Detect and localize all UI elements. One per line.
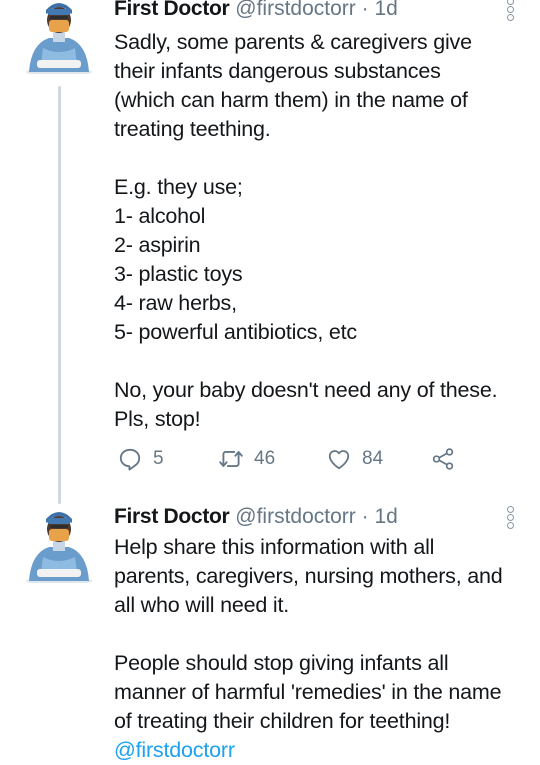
tweet-text-line: No, your baby doesn't need any of these. <box>114 378 498 402</box>
tweet-text: Help share this information with all par… <box>114 533 524 765</box>
heart-icon <box>328 450 350 470</box>
tweet-text-line: People should stop giving infants all <box>114 651 449 675</box>
more-options-icon[interactable] <box>505 0 515 21</box>
separator-dot: · <box>361 505 369 528</box>
tweet-text-line: 3- plastic toys <box>114 262 243 286</box>
tweet-text-line: of treating their children for teething! <box>114 709 451 733</box>
share-icon <box>432 448 454 470</box>
avatar[interactable] <box>23 0 95 76</box>
doctor-avatar-icon <box>26 512 92 585</box>
tweet-text-line: Sadly, some parents & caregivers give <box>114 30 472 54</box>
tweet-text-line <box>114 620 524 649</box>
share-button[interactable] <box>430 444 456 474</box>
tweet-text-line <box>114 347 524 376</box>
tweet-text-line: manner of harmful 'remedies' in the name <box>114 680 502 704</box>
reply-button[interactable]: 5 <box>117 444 164 474</box>
more-options-icon[interactable] <box>505 505 515 529</box>
separator-dot: · <box>361 0 369 20</box>
tweet-header: First Doctor @firstdoctorr · 1d <box>114 0 398 21</box>
tweet-text-line: 1- alcohol <box>114 204 206 228</box>
timestamp[interactable]: 1d <box>374 505 397 528</box>
tweet-text-line: Help share this information with all <box>114 535 435 559</box>
retweet-button[interactable]: 46 <box>218 444 275 474</box>
retweet-icon <box>219 451 243 467</box>
timestamp[interactable]: 1d <box>374 0 397 20</box>
retweet-count: 46 <box>254 448 276 469</box>
like-button[interactable]: 84 <box>326 444 383 474</box>
tweet-text-line: 4- raw herbs, <box>114 291 237 315</box>
tweet-text-line: E.g. they use; <box>114 175 243 199</box>
reply-icon <box>119 448 141 471</box>
tweet-header: First Doctor @firstdoctorr · 1d <box>114 505 398 529</box>
tweet-text-line: all who will need it. <box>114 593 290 617</box>
like-count: 84 <box>362 448 384 469</box>
display-name[interactable]: First Doctor <box>114 0 230 20</box>
tweet-text: Sadly, some parents & caregivers give th… <box>114 28 524 434</box>
user-handle[interactable]: @firstdoctorr <box>235 0 356 20</box>
avatar[interactable] <box>23 503 95 585</box>
tweet-text-line: 5- powerful antibiotics, etc <box>114 320 357 344</box>
tweet-text-line: their infants dangerous substances <box>114 59 441 83</box>
mention-link[interactable]: @firstdoctorr <box>114 736 524 765</box>
user-handle[interactable]: @firstdoctorr <box>235 505 356 528</box>
thread-connector-line <box>58 86 61 504</box>
tweet-text-line: (which can harm them) in the name of <box>114 88 468 112</box>
tweet-text-line: Pls, stop! <box>114 407 201 431</box>
reply-count: 5 <box>153 448 164 469</box>
tweet-text-line: parents, caregivers, nursing mothers, an… <box>114 564 503 588</box>
display-name[interactable]: First Doctor <box>114 505 230 528</box>
tweet-text-line <box>114 144 524 173</box>
tweet-text-line: treating teething. <box>114 117 271 141</box>
doctor-avatar-icon <box>26 3 92 76</box>
tweet-text-line: 2- aspirin <box>114 233 201 257</box>
